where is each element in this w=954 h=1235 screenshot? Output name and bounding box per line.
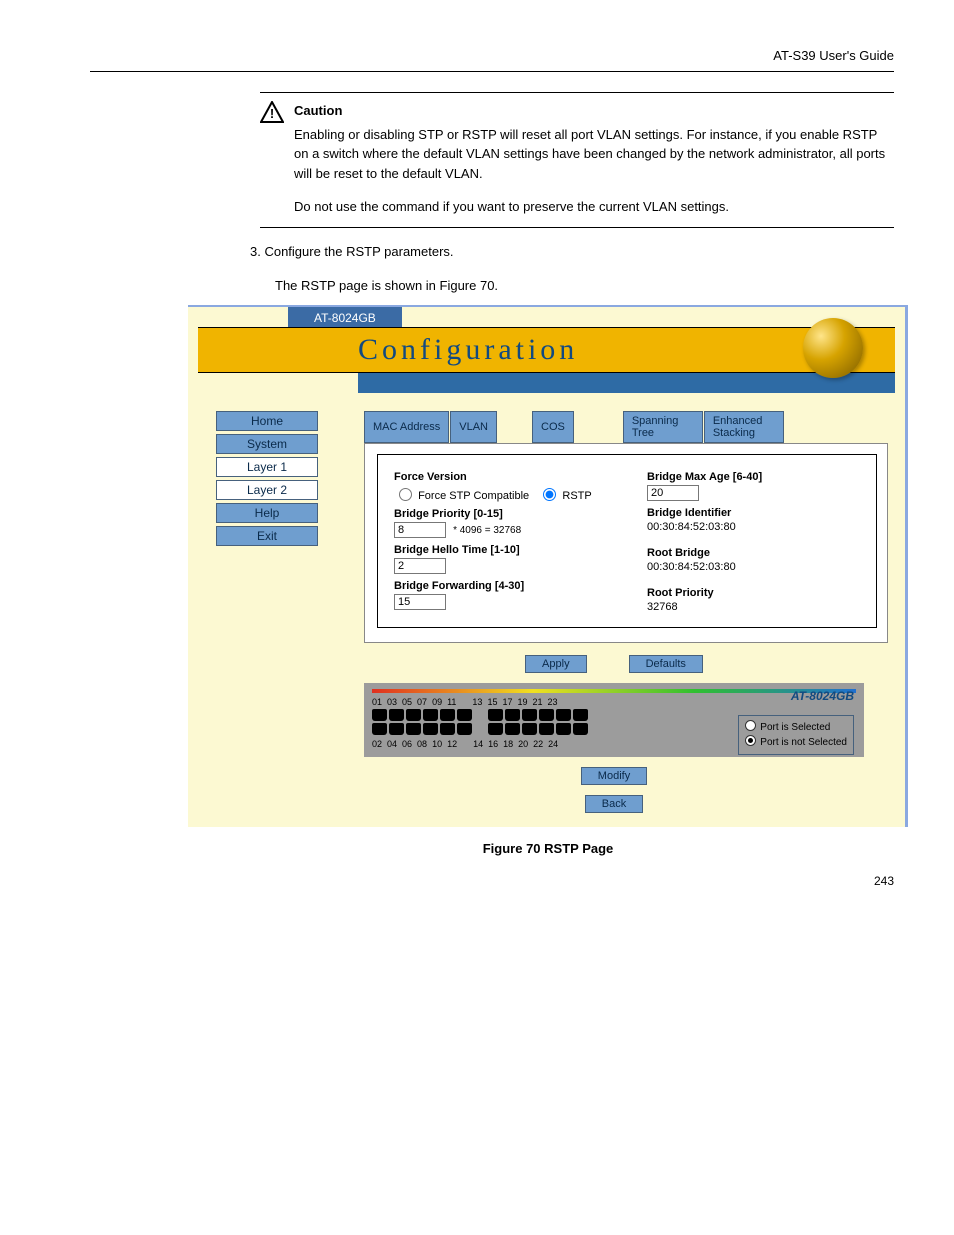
nav-system[interactable]: System bbox=[216, 434, 318, 454]
model-tab[interactable]: AT-8024GB bbox=[288, 307, 402, 329]
nav-exit[interactable]: Exit bbox=[216, 526, 318, 546]
port-legend: Port is Selected Port is not Selected bbox=[738, 715, 854, 755]
port[interactable] bbox=[457, 723, 472, 735]
defaults-button[interactable]: Defaults bbox=[629, 655, 703, 673]
bridge-id-label: Bridge Identifier bbox=[647, 507, 860, 519]
radio-force-stp[interactable] bbox=[399, 488, 412, 501]
port[interactable] bbox=[505, 709, 520, 721]
nav-help[interactable]: Help bbox=[216, 503, 318, 523]
port[interactable] bbox=[573, 709, 588, 721]
port[interactable] bbox=[389, 709, 404, 721]
divider bbox=[90, 71, 894, 72]
bridge-hello-input[interactable] bbox=[394, 558, 446, 574]
screenshot-frame: AT-8024GB Configuration Home System Laye… bbox=[188, 305, 908, 827]
nav-layer1[interactable]: Layer 1 bbox=[216, 457, 318, 477]
port[interactable] bbox=[457, 709, 472, 721]
svg-text:!: ! bbox=[270, 106, 274, 121]
guide-title: AT-S39 User's Guide bbox=[90, 48, 894, 63]
switch-graphic: AT-8024GB 010305070911 131517192123 bbox=[364, 683, 864, 757]
tab-spanning-tree[interactable]: Spanning Tree bbox=[623, 411, 703, 443]
bridge-priority-label: Bridge Priority [0-15] bbox=[394, 508, 607, 520]
bridge-hello-label: Bridge Hello Time [1-10] bbox=[394, 544, 607, 556]
port-labels-bottom: 020406081012 141618202224 bbox=[372, 739, 612, 749]
settings-panel: Force Version Force STP Compatible RSTP … bbox=[364, 443, 888, 643]
port[interactable] bbox=[440, 723, 455, 735]
caution-divider-bottom bbox=[260, 227, 894, 228]
port[interactable] bbox=[556, 709, 571, 721]
radio-rstp-label: RSTP bbox=[562, 490, 591, 502]
bridge-maxage-input[interactable] bbox=[647, 485, 699, 501]
sub-banner bbox=[358, 373, 895, 393]
port[interactable] bbox=[372, 723, 387, 735]
bridge-fwd-input[interactable] bbox=[394, 594, 446, 610]
bridge-priority-calc: * 4096 = 32768 bbox=[453, 525, 521, 536]
switch-model-label: AT-8024GB bbox=[791, 689, 854, 703]
figure-caption: Figure 70 RSTP Page bbox=[483, 841, 614, 856]
page-number: 243 bbox=[90, 874, 894, 888]
force-version-label: Force Version bbox=[394, 471, 607, 483]
banner: Configuration bbox=[198, 327, 895, 373]
tab-mac[interactable]: MAC Address bbox=[364, 411, 449, 443]
root-priority-value: 32768 bbox=[647, 601, 860, 613]
tab-enhanced-stacking[interactable]: Enhanced Stacking bbox=[704, 411, 784, 443]
logo-sphere bbox=[803, 318, 863, 378]
nav-home[interactable]: Home bbox=[216, 411, 318, 431]
port[interactable] bbox=[539, 723, 554, 735]
port-labels-top: 010305070911 131517192123 bbox=[372, 697, 612, 707]
port[interactable] bbox=[372, 709, 387, 721]
port[interactable] bbox=[488, 709, 503, 721]
port[interactable] bbox=[505, 723, 520, 735]
port[interactable] bbox=[440, 709, 455, 721]
nav-layer2[interactable]: Layer 2 bbox=[216, 480, 318, 500]
root-bridge-label: Root Bridge bbox=[647, 547, 860, 559]
sidebar: Home System Layer 1 Layer 2 Help Exit bbox=[216, 411, 336, 813]
root-priority-label: Root Priority bbox=[647, 587, 860, 599]
caution-heading: Caution bbox=[294, 101, 894, 121]
caution-paragraph-2: Do not use the command if you want to pr… bbox=[294, 197, 894, 217]
port[interactable] bbox=[539, 709, 554, 721]
port[interactable] bbox=[423, 709, 438, 721]
bridge-fwd-label: Bridge Forwarding [4-30] bbox=[394, 580, 607, 592]
content-tabs: MAC Address VLAN COS Spanning Tree Enhan… bbox=[364, 411, 895, 443]
port[interactable] bbox=[488, 723, 503, 735]
caution-paragraph-1: Enabling or disabling STP or RSTP will r… bbox=[294, 125, 894, 184]
caution-divider-top bbox=[260, 92, 894, 93]
port[interactable] bbox=[522, 723, 537, 735]
back-button[interactable]: Back bbox=[585, 795, 643, 813]
bridge-maxage-label: Bridge Max Age [6-40] bbox=[647, 471, 860, 483]
apply-button[interactable]: Apply bbox=[525, 655, 587, 673]
page-title: Configuration bbox=[358, 333, 578, 367]
bridge-priority-input[interactable] bbox=[394, 522, 446, 538]
port[interactable] bbox=[522, 709, 537, 721]
caution-icon: ! bbox=[260, 101, 284, 128]
tab-vlan[interactable]: VLAN bbox=[450, 411, 497, 443]
port[interactable] bbox=[389, 723, 404, 735]
step-3: 3. Configure the RSTP parameters. bbox=[250, 242, 894, 263]
step-3-ref: The RSTP page is shown in Figure 70. bbox=[275, 276, 894, 297]
radio-force-stp-label: Force STP Compatible bbox=[418, 490, 529, 502]
port[interactable] bbox=[406, 723, 421, 735]
port[interactable] bbox=[423, 723, 438, 735]
port[interactable] bbox=[406, 709, 421, 721]
radio-rstp[interactable] bbox=[543, 488, 556, 501]
port[interactable] bbox=[573, 723, 588, 735]
bridge-id-value: 00:30:84:52:03:80 bbox=[647, 521, 860, 533]
modify-button[interactable]: Modify bbox=[581, 767, 647, 785]
root-bridge-value: 00:30:84:52:03:80 bbox=[647, 561, 860, 573]
port[interactable] bbox=[556, 723, 571, 735]
tab-cos[interactable]: COS bbox=[532, 411, 574, 443]
